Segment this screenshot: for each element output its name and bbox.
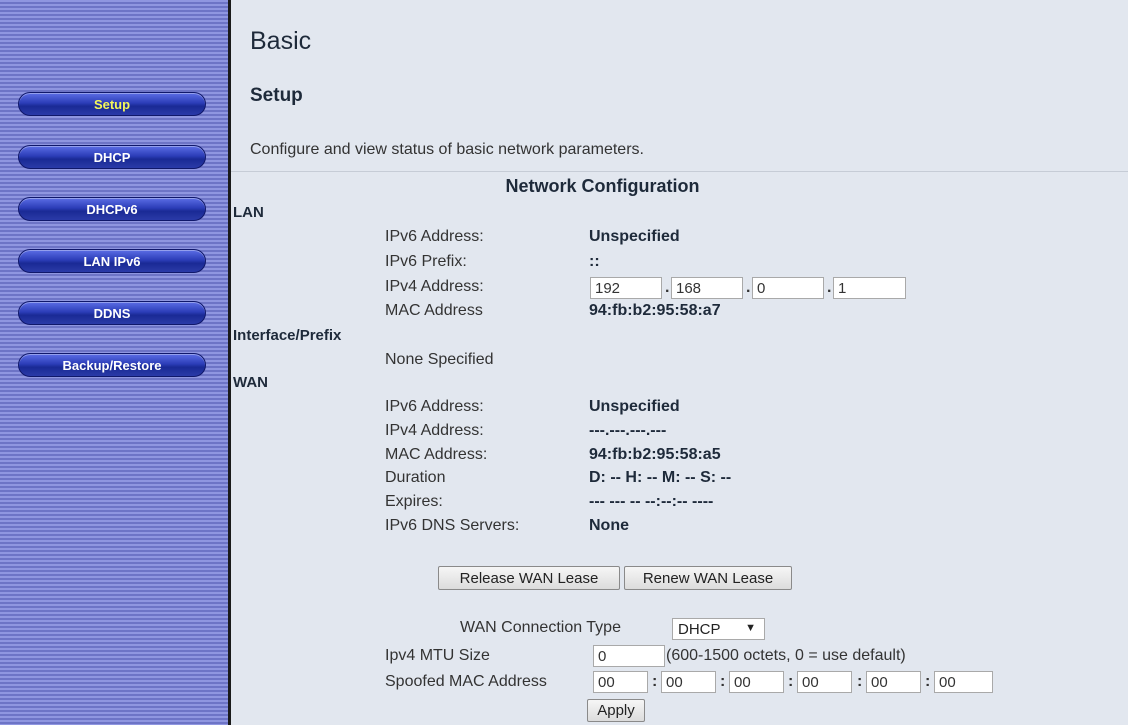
main-content: Basic Setup Configure and view status of… bbox=[231, 0, 1128, 725]
sidebar-item-dhcp[interactable]: DHCP bbox=[18, 145, 206, 169]
mac-separator: : bbox=[857, 673, 863, 690]
lan-ipv4-octet-1-input[interactable] bbox=[590, 277, 662, 299]
wan-mac-address-value: 94:fb:b2:95:58:a5 bbox=[589, 446, 721, 463]
divider bbox=[231, 171, 1128, 172]
wan-ipv6-address-value: Unspecified bbox=[589, 398, 680, 415]
wan-ipv6-address-label: IPv6 Address: bbox=[385, 398, 484, 415]
wan-connection-type-label: WAN Connection Type bbox=[460, 619, 621, 636]
sidebar-item-backup-restore[interactable]: Backup/Restore bbox=[18, 353, 206, 377]
wan-mac-address-label: MAC Address: bbox=[385, 446, 488, 463]
page-title: Basic bbox=[250, 27, 312, 55]
wan-connection-type-select[interactable]: DHCP ▼ bbox=[672, 618, 765, 640]
lan-mac-address-label: MAC Address bbox=[385, 302, 483, 319]
sidebar-item-label: DHCPv6 bbox=[86, 201, 138, 217]
mtu-size-input[interactable] bbox=[593, 645, 665, 667]
mac-separator: : bbox=[720, 673, 726, 690]
sidebar-item-label: Backup/Restore bbox=[62, 357, 162, 373]
lan-ipv6-prefix-label: IPv6 Prefix: bbox=[385, 253, 467, 270]
mac-separator: : bbox=[925, 673, 931, 690]
wan-ipv4-address-value: ---.---.---.--- bbox=[589, 422, 667, 439]
lan-ipv4-octet-4-input[interactable] bbox=[833, 277, 906, 299]
lan-ipv4-address-label: IPv4 Address: bbox=[385, 278, 484, 295]
network-config-title: Network Configuration bbox=[505, 176, 700, 196]
sidebar-item-label: DHCP bbox=[93, 149, 131, 165]
spoofed-mac-octet-1-input[interactable] bbox=[593, 671, 648, 693]
spoofed-mac-octet-4-input[interactable] bbox=[797, 671, 852, 693]
section-title: Setup bbox=[250, 85, 303, 106]
wan-connection-type-value: DHCP bbox=[678, 620, 721, 638]
wan-ipv4-address-label: IPv4 Address: bbox=[385, 422, 484, 439]
wan-duration-label: Duration bbox=[385, 469, 446, 486]
sidebar-item-label: DDNS bbox=[93, 305, 131, 321]
sidebar-item-lan-ipv6[interactable]: LAN IPv6 bbox=[18, 249, 206, 273]
lan-ipv6-address-label: IPv6 Address: bbox=[385, 228, 484, 245]
sidebar-item-label: LAN IPv6 bbox=[83, 253, 141, 269]
octet-separator: . bbox=[665, 279, 670, 296]
spoofed-mac-octet-2-input[interactable] bbox=[661, 671, 716, 693]
lan-ipv4-octet-2-input[interactable] bbox=[671, 277, 743, 299]
sidebar: Setup DHCP DHCPv6 LAN IPv6 DDNS Backup/R… bbox=[0, 0, 228, 725]
interface-prefix-heading: Interface/Prefix bbox=[233, 327, 342, 344]
wan-heading: WAN bbox=[233, 374, 268, 391]
wan-ipv6-dns-value: None bbox=[589, 517, 629, 534]
lan-heading: LAN bbox=[233, 204, 264, 221]
wan-expires-value: --- --- -- --:--:-- ---- bbox=[589, 493, 714, 510]
lan-ipv6-address-value: Unspecified bbox=[589, 228, 680, 245]
mtu-size-hint: (600-1500 octets, 0 = use default) bbox=[666, 647, 906, 664]
renew-wan-lease-button[interactable]: Renew WAN Lease bbox=[624, 566, 792, 590]
lan-ipv6-prefix-value: :: bbox=[589, 253, 600, 270]
mac-separator: : bbox=[652, 673, 658, 690]
octet-separator: . bbox=[827, 279, 832, 296]
sidebar-item-setup[interactable]: Setup bbox=[18, 92, 206, 116]
interface-prefix-value: None Specified bbox=[385, 351, 494, 368]
mtu-size-label: Ipv4 MTU Size bbox=[385, 647, 490, 664]
page-description: Configure and view status of basic netwo… bbox=[250, 141, 644, 158]
wan-ipv6-dns-label: IPv6 DNS Servers: bbox=[385, 517, 520, 534]
wan-duration-value: D: -- H: -- M: -- S: -- bbox=[589, 469, 732, 486]
apply-button[interactable]: Apply bbox=[587, 699, 645, 722]
lan-mac-address-value: 94:fb:b2:95:58:a7 bbox=[589, 302, 721, 319]
sidebar-item-dhcpv6[interactable]: DHCPv6 bbox=[18, 197, 206, 221]
spoofed-mac-label: Spoofed MAC Address bbox=[385, 673, 547, 690]
sidebar-item-label: Setup bbox=[93, 96, 131, 112]
spoofed-mac-octet-3-input[interactable] bbox=[729, 671, 784, 693]
wan-expires-label: Expires: bbox=[385, 493, 443, 510]
octet-separator: . bbox=[746, 279, 751, 296]
chevron-down-icon: ▼ bbox=[745, 622, 756, 634]
mac-separator: : bbox=[788, 673, 794, 690]
release-wan-lease-button[interactable]: Release WAN Lease bbox=[438, 566, 620, 590]
sidebar-item-ddns[interactable]: DDNS bbox=[18, 301, 206, 325]
lan-ipv4-octet-3-input[interactable] bbox=[752, 277, 824, 299]
spoofed-mac-octet-6-input[interactable] bbox=[934, 671, 993, 693]
spoofed-mac-octet-5-input[interactable] bbox=[866, 671, 921, 693]
